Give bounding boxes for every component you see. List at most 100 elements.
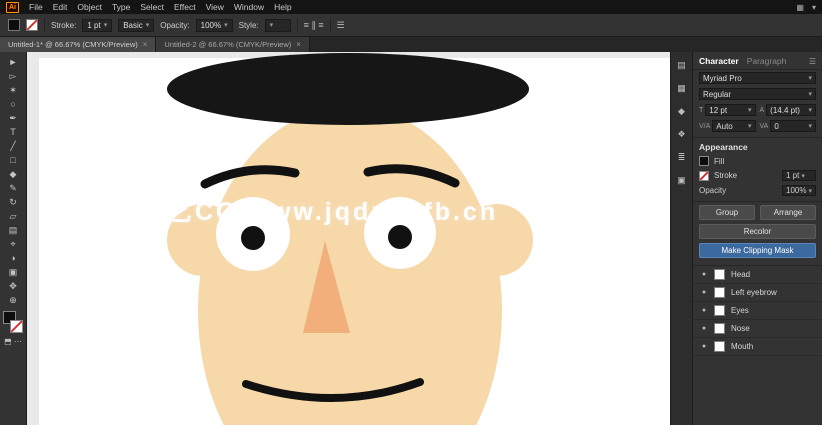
libraries-panel-icon[interactable]: ▣ — [674, 173, 690, 187]
app-logo-icon[interactable]: Ai — [6, 1, 19, 13]
font-style-select[interactable]: Regular ▾ — [699, 88, 816, 100]
hand-tool[interactable]: ✥ — [3, 279, 23, 293]
kerning-input[interactable]: Auto ▾ — [712, 120, 756, 132]
appearance-fill-row[interactable]: Fill — [693, 154, 822, 168]
line-segment-tool[interactable]: ╱ — [3, 139, 23, 153]
menu-object[interactable]: Object — [77, 2, 102, 12]
layer-thumbnail[interactable] — [714, 287, 725, 298]
rotate-tool[interactable]: ↻ — [3, 195, 23, 209]
stroke-weight-select[interactable]: 1 pt ▾ — [782, 170, 816, 181]
blend-tool[interactable]: ◑ — [3, 251, 23, 265]
stroke-label: Stroke: — [51, 20, 77, 30]
layer-row-mouth[interactable]: ● Mouth — [693, 338, 822, 356]
style-select[interactable]: ▾ — [264, 18, 291, 32]
pencil-tool[interactable]: ✎ — [3, 181, 23, 195]
leading-input[interactable]: (14.4 pt) ▾ — [766, 104, 816, 116]
scale-tool[interactable]: ▱ — [3, 209, 23, 223]
visibility-eye-icon[interactable]: ● — [700, 325, 708, 332]
symbols-panel-icon[interactable]: ❖ — [674, 127, 690, 141]
hat-shape[interactable] — [167, 53, 529, 125]
arrange-button[interactable]: Arrange — [760, 205, 816, 220]
stroke-color-chip[interactable] — [699, 170, 709, 181]
panel-menu-icon[interactable]: ☰ — [809, 57, 816, 66]
brush-definition-select[interactable]: Basic ▾ — [118, 18, 155, 32]
menu-view[interactable]: View — [206, 2, 224, 12]
zoom-tool[interactable]: ⊕ — [3, 293, 23, 307]
color-panel-icon[interactable]: ▤ — [674, 58, 690, 72]
magic-wand-tool[interactable]: ✶ — [3, 83, 23, 97]
close-icon[interactable]: × — [143, 40, 148, 49]
arrange-documents-icon[interactable]: ▦ — [796, 3, 804, 12]
menu-type[interactable]: Type — [112, 2, 130, 12]
rectangle-tool[interactable]: □ — [3, 153, 23, 167]
stroke-weight-select[interactable]: 1 pt ▾ — [82, 18, 113, 32]
stroke-swatch[interactable] — [10, 320, 23, 333]
gradient-tool[interactable]: ▤ — [3, 223, 23, 237]
visibility-eye-icon[interactable]: ● — [700, 271, 708, 278]
right-pupil-shape[interactable] — [388, 225, 412, 249]
fill-color-chip[interactable] — [699, 156, 709, 166]
workspace-chevron-icon[interactable]: ▾ — [812, 3, 816, 12]
fill-stroke-indicator[interactable] — [3, 311, 23, 333]
style-label: Style: — [238, 20, 259, 30]
menu-select[interactable]: Select — [140, 2, 164, 12]
opacity-select[interactable]: 100% ▾ — [195, 18, 233, 32]
selection-tool[interactable]: ► — [3, 55, 23, 69]
panel-menu-icon[interactable]: ☰ — [337, 20, 345, 31]
brushes-panel-icon[interactable]: ◆ — [674, 104, 690, 118]
font-family-select[interactable]: Myriad Pro ▾ — [699, 72, 816, 84]
leading-icon: A — [759, 106, 765, 114]
visibility-eye-icon[interactable]: ● — [700, 343, 708, 350]
visibility-eye-icon[interactable]: ● — [700, 289, 708, 296]
pen-tool[interactable]: ✒ — [3, 111, 23, 125]
align-buttons[interactable]: ≡ ∥ ≡ — [304, 20, 324, 31]
make-clipping-mask-button[interactable]: Make Clipping Mask — [699, 243, 816, 258]
swatches-panel-icon[interactable]: ▦ — [674, 81, 690, 95]
layer-row-nose[interactable]: ● Nose — [693, 320, 822, 338]
group-button[interactable]: Group — [699, 205, 755, 220]
tracking-input[interactable]: 0 ▾ — [770, 120, 816, 132]
fill-color-swatch[interactable] — [8, 19, 20, 31]
appearance-opacity-row[interactable]: Opacity 100% ▾ — [693, 183, 822, 198]
divider — [329, 18, 331, 32]
eyedropper-tool[interactable]: ⌖ — [3, 237, 23, 251]
menu-file[interactable]: File — [29, 2, 43, 12]
tab-character[interactable]: Character — [699, 56, 739, 66]
opacity-label: Opacity — [699, 186, 727, 195]
stroke-color-swatch[interactable] — [26, 19, 38, 31]
document-tab-title: Untitled-2 @ 66.67% (CMYK/Preview) — [164, 40, 292, 49]
layer-thumbnail[interactable] — [714, 269, 725, 280]
menu-effect[interactable]: Effect — [174, 2, 196, 12]
menu-window[interactable]: Window — [234, 2, 264, 12]
layer-row-head[interactable]: ● Head — [693, 266, 822, 284]
canvas-area[interactable]: 技艺CG www.jqdnxxfb.cn — [27, 52, 670, 425]
document-tab-inactive[interactable]: Untitled-2 @ 66.67% (CMYK/Preview) × — [156, 37, 310, 52]
left-pupil-shape[interactable] — [241, 226, 265, 250]
menu-edit[interactable]: Edit — [53, 2, 68, 12]
document-tab-title: Untitled-1* @ 66.67% (CMYK/Preview) — [8, 40, 138, 49]
layer-thumbnail[interactable] — [714, 305, 725, 316]
visibility-eye-icon[interactable]: ● — [700, 307, 708, 314]
layers-panel-icon[interactable]: ≣ — [674, 150, 690, 164]
menu-help[interactable]: Help — [274, 2, 291, 12]
leading-value: (14.4 pt) — [770, 105, 800, 115]
tab-paragraph[interactable]: Paragraph — [747, 56, 787, 66]
document-tab-active[interactable]: Untitled-1* @ 66.67% (CMYK/Preview) × — [0, 37, 157, 52]
type-tool[interactable]: T — [3, 125, 23, 139]
opacity-select[interactable]: 100% ▾ — [782, 185, 816, 196]
paintbrush-tool[interactable]: ◆ — [3, 167, 23, 181]
layer-row-eyes[interactable]: ● Eyes — [693, 302, 822, 320]
chevron-down-icon: ▾ — [103, 22, 108, 29]
layer-thumbnail[interactable] — [714, 341, 725, 352]
layer-thumbnail[interactable] — [714, 323, 725, 334]
recolor-button[interactable]: Recolor — [699, 224, 816, 239]
artboard-tool[interactable]: ▣ — [3, 265, 23, 279]
direct-selection-tool[interactable]: ▻ — [3, 69, 23, 83]
layer-row-left-eyebrow[interactable]: ● Left eyebrow — [693, 284, 822, 302]
lasso-tool[interactable]: ○ — [3, 97, 23, 111]
font-size-input[interactable]: 12 pt ▾ — [705, 104, 756, 116]
close-icon[interactable]: × — [296, 40, 301, 49]
appearance-stroke-row[interactable]: Stroke 1 pt ▾ — [693, 168, 822, 183]
toolbar-bottom-icons[interactable]: ⬒ ⋯ — [4, 336, 22, 347]
chevron-down-icon: ▾ — [747, 107, 752, 114]
